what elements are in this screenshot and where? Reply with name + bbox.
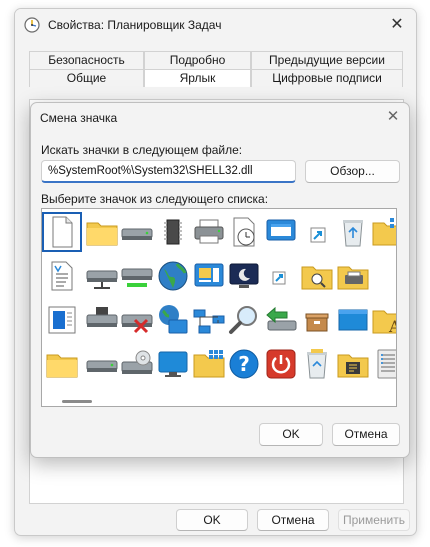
scheduler-clock-icon [24,17,40,33]
outer-ok-button[interactable]: OK [176,509,248,531]
outer-apply-button[interactable]: Применить [338,509,410,531]
drive-green-icon[interactable] [117,256,157,296]
folder-tools-icon[interactable] [333,344,373,384]
recycle-bin-empty-icon[interactable] [333,212,373,252]
document-window-icon[interactable] [42,300,82,340]
magnifier-icon[interactable] [224,300,264,340]
box-icon[interactable] [297,300,337,340]
dialog-cancel-button[interactable]: Отмена [332,423,400,446]
drive-error-icon[interactable] [117,300,157,340]
svg-text:A: A [388,317,397,336]
shortcut-arrow-icon[interactable] [297,212,337,252]
sleep-monitor-icon[interactable] [224,256,264,296]
network-globe-icon[interactable] [153,300,193,340]
icon-list[interactable]: A? [41,208,397,407]
drive-back-icon[interactable] [261,300,301,340]
network-icon[interactable] [189,300,229,340]
cd-drive-icon[interactable] [117,344,157,384]
font-folder-icon[interactable]: A [368,300,397,340]
horizontal-scrollbar[interactable] [62,400,92,403]
tab-security[interactable]: Безопасность [29,51,144,69]
browse-button[interactable]: Обзор... [305,160,400,183]
icon-list-label: Выберите значок из следующего списка: [41,192,269,206]
drive-icon[interactable] [117,212,157,252]
printer-folder-icon[interactable] [333,256,373,296]
drive-small-icon[interactable] [82,344,122,384]
folder-tiles-icon[interactable] [189,344,229,384]
server-icon[interactable] [368,344,396,384]
dialog-title: Смена значка [40,111,118,125]
window-title: Свойства: Планировщик Задач [48,18,222,32]
tabs-row-top: Безопасность Подробно Предыдущие версии [29,51,403,69]
dialog-ok-button[interactable]: OK [259,423,323,446]
shortcut-arrow-small-icon[interactable] [261,256,301,296]
removable-drive-icon[interactable] [82,300,122,340]
outer-cancel-button[interactable]: Отмена [257,509,329,531]
blue-window-icon[interactable] [333,300,373,340]
outer-button-bar: OK Отмена Применить [15,509,416,533]
tab-shortcut[interactable]: Ярлык [144,69,251,87]
dialog-close-icon[interactable]: ✕ [383,107,403,127]
folder-icon[interactable] [82,212,122,252]
folder-grid-icon[interactable] [368,212,396,252]
change-icon-dialog: Смена значка ✕ Искать значки в следующем… [30,102,410,458]
close-icon[interactable]: ✕ [386,14,408,36]
tab-digital-signatures[interactable]: Цифровые подписи [251,69,403,87]
network-drive-icon[interactable] [82,256,122,296]
tabs-row-bottom: Общие Ярлык Цифровые подписи [29,69,403,87]
monitor-window-icon[interactable] [261,212,301,252]
globe-icon[interactable] [153,256,193,296]
file-label: Искать значки в следующем файле: [41,143,243,157]
tab-general[interactable]: Общие [29,69,144,87]
recycle-bin-full-icon[interactable] [297,344,337,384]
tab-previous-versions[interactable]: Предыдущие версии [251,51,403,69]
clock-document-icon[interactable] [224,212,264,252]
tab-details[interactable]: Подробно [144,51,251,69]
folder-search-icon[interactable] [297,256,337,296]
title-bar: Свойства: Планировщик Задач ✕ [15,9,416,41]
help-icon[interactable]: ? [224,344,264,384]
blank-document-icon[interactable] [42,212,82,252]
icon-file-input[interactable]: %SystemRoot%\System32\SHELL32.dll [41,160,296,183]
printer-icon[interactable] [189,212,229,252]
text-document-icon[interactable] [42,256,82,296]
monitor-icon[interactable] [153,344,193,384]
folder-plain-icon[interactable] [42,344,82,384]
control-panel-icon[interactable] [189,256,229,296]
power-icon[interactable] [261,344,301,384]
svg-text:?: ? [238,352,250,376]
memory-chip-icon[interactable] [153,212,193,252]
